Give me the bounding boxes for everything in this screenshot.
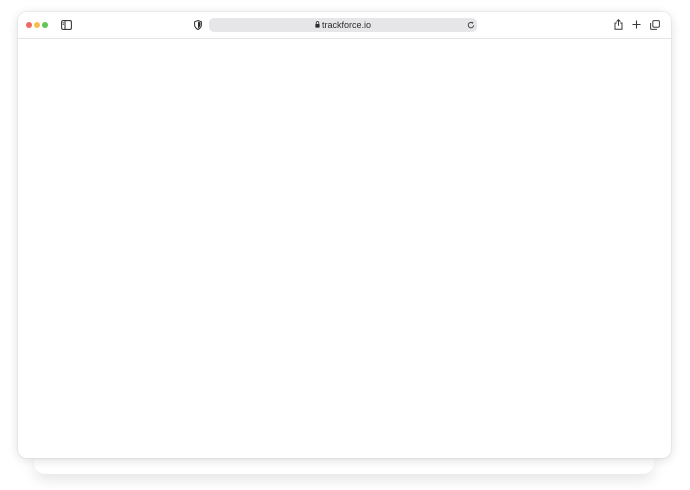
maximize-window-button[interactable]	[42, 22, 48, 28]
sidebar-toggle-icon[interactable]	[61, 20, 72, 30]
lock-icon	[315, 21, 320, 28]
browser-toolbar: trackforce.io	[18, 12, 671, 39]
plus-icon[interactable]	[632, 20, 641, 29]
share-icon[interactable]	[614, 19, 623, 30]
address-bar[interactable]: trackforce.io	[209, 18, 477, 32]
url-text: trackforce.io	[322, 20, 372, 30]
browser-window: trackforce.io	[18, 12, 671, 458]
shield-icon[interactable]	[194, 20, 202, 30]
reload-icon[interactable]	[467, 21, 475, 29]
page-content	[18, 39, 671, 458]
screenshot-stage: trackforce.io	[0, 0, 690, 490]
minimize-window-button[interactable]	[34, 22, 40, 28]
close-window-button[interactable]	[26, 22, 32, 28]
tabs-overview-icon[interactable]	[650, 20, 660, 30]
